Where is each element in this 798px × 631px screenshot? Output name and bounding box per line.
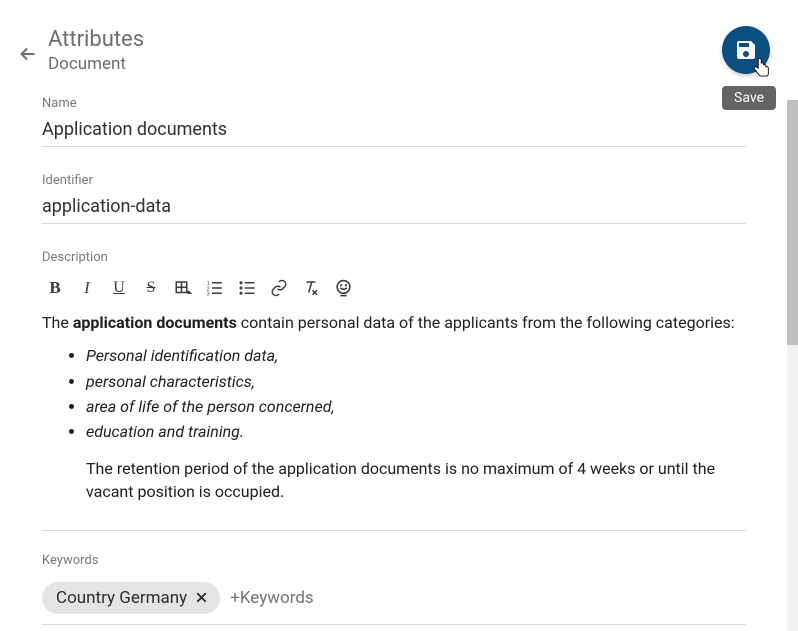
desc-text: contain personal data of the applicants …: [237, 313, 735, 332]
description-field: Description B I U S 123: [42, 250, 746, 530]
desc-text: The: [42, 313, 73, 332]
name-input[interactable]: [42, 115, 746, 147]
chip-label: Country Germany: [56, 588, 187, 608]
description-editor[interactable]: The application documents contain person…: [42, 311, 746, 521]
bold-button[interactable]: B: [42, 275, 68, 301]
editor-toolbar: B I U S 123: [42, 269, 746, 311]
identifier-input[interactable]: [42, 192, 746, 224]
desc-bullet: personal characteristics,: [86, 370, 746, 393]
save-button[interactable]: [722, 26, 770, 74]
desc-text: The retention period of the application …: [42, 457, 746, 503]
table-icon: [174, 279, 192, 297]
description-label: Description: [42, 250, 746, 265]
desc-bullet: education and training.: [86, 420, 746, 443]
desc-bullet: Personal identification data,: [86, 344, 746, 367]
svg-text:3: 3: [207, 292, 210, 298]
emoji-icon: [334, 279, 353, 298]
clear-format-icon: [302, 279, 320, 297]
clear-format-button[interactable]: [298, 275, 324, 301]
identifier-label: Identifier: [42, 173, 746, 188]
unordered-list-button[interactable]: [234, 275, 260, 301]
identifier-field: Identifier: [42, 173, 746, 224]
save-icon: [734, 38, 758, 62]
ordered-list-button[interactable]: 123: [202, 275, 228, 301]
back-button[interactable]: [14, 40, 42, 68]
page-subtitle: Document: [48, 54, 768, 74]
page-title: Attributes: [48, 28, 768, 52]
ordered-list-icon: 123: [206, 279, 224, 297]
save-tooltip: Save: [722, 86, 776, 110]
close-icon: [193, 589, 210, 606]
italic-button[interactable]: I: [74, 275, 100, 301]
keywords-input[interactable]: [230, 588, 746, 608]
underline-button[interactable]: U: [106, 275, 132, 301]
table-button[interactable]: [170, 275, 196, 301]
chip-remove-button[interactable]: [193, 589, 210, 606]
keywords-label: Keywords: [42, 553, 746, 568]
link-icon: [270, 279, 288, 297]
desc-bullet: area of life of the person concerned,: [86, 395, 746, 418]
name-label: Name: [42, 96, 746, 111]
strike-button[interactable]: S: [138, 275, 164, 301]
name-field: Name: [42, 96, 746, 147]
arrow-left-icon: [17, 43, 39, 65]
desc-text: application documents: [73, 313, 237, 332]
desc-bullet-list: Personal identification data, personal c…: [42, 344, 746, 443]
keyword-chip[interactable]: Country Germany: [42, 582, 220, 614]
unordered-list-icon: [238, 279, 256, 297]
keywords-field: Keywords Country Germany: [42, 553, 746, 625]
link-button[interactable]: [266, 275, 292, 301]
scrollbar-thumb[interactable]: [787, 100, 798, 345]
emoji-button[interactable]: [330, 275, 356, 301]
